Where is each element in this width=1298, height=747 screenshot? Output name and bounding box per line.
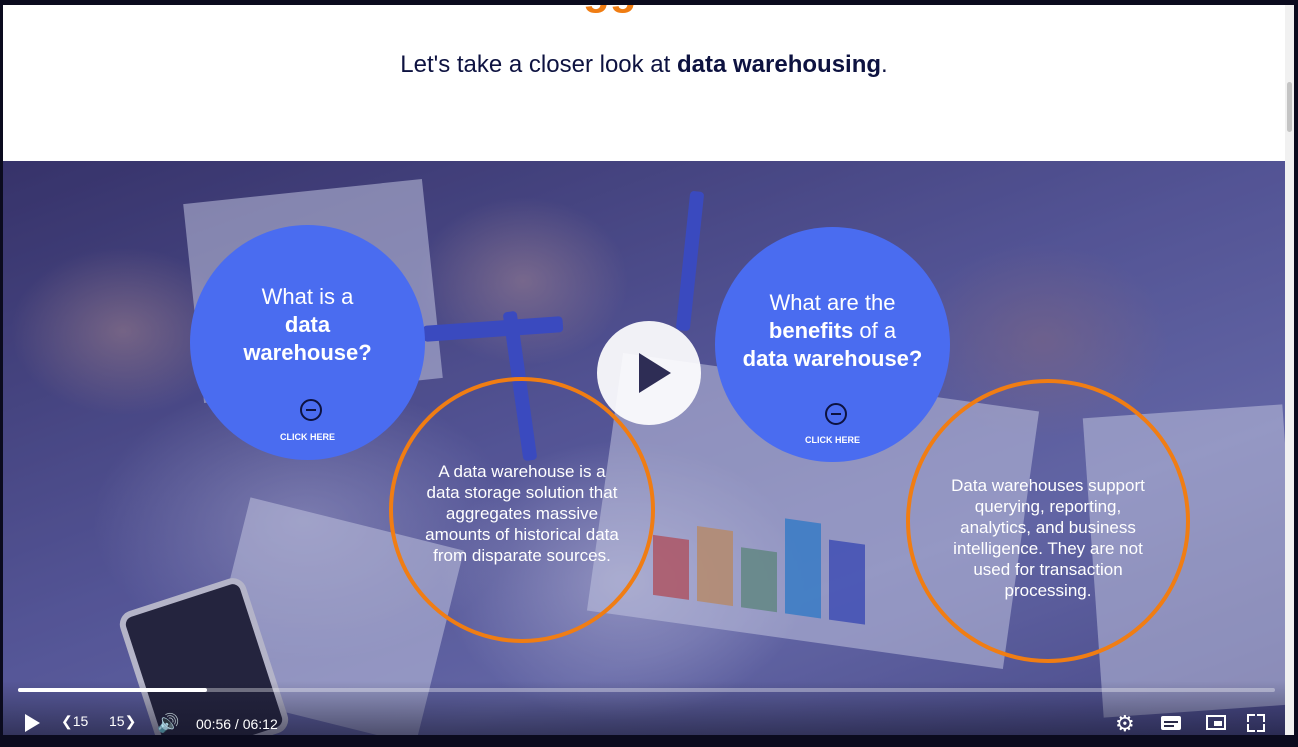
- question-line: What are the: [769, 290, 896, 315]
- subtitle-period: .: [881, 51, 888, 78]
- answer-text: Data warehouses support querying, report…: [951, 476, 1145, 600]
- answer-circle-benefits: Data warehouses support querying, report…: [906, 379, 1190, 663]
- volume-icon[interactable]: 🔊: [157, 713, 179, 734]
- question-text: What is a data warehouse?: [190, 283, 425, 367]
- chevron-left-icon: ❮: [61, 713, 73, 729]
- progress-fill: [18, 688, 207, 692]
- page-title: The Bigger Picture: [3, 5, 1285, 15]
- question-line-bold: data warehouse?: [742, 346, 923, 371]
- question-suffix: of a: [853, 318, 897, 343]
- lesson-page: The Bigger Picture Let's take a closer l…: [3, 5, 1285, 735]
- minus-circle-icon[interactable]: [825, 403, 847, 425]
- question-line-bold: data: [284, 312, 331, 337]
- forward-label: 15: [109, 713, 125, 729]
- pip-icon[interactable]: [1206, 715, 1226, 730]
- question-line-bold: warehouse?: [243, 340, 372, 365]
- play-icon[interactable]: [25, 714, 40, 732]
- answer-circle-definition: A data warehouse is a data storage solut…: [389, 377, 655, 643]
- question-line: What is a: [261, 284, 354, 309]
- scrollbar-thumb[interactable]: [1287, 82, 1292, 132]
- question-card-what-is[interactable]: What is a data warehouse? CLICK HERE: [190, 225, 425, 460]
- click-here-label[interactable]: CLICK HERE: [190, 432, 425, 442]
- video-controls: ❮15 15❯ 🔊 00:56 / 06:12 ⚙: [3, 681, 1285, 737]
- subtitle-text: Let's take a closer look at: [400, 51, 677, 78]
- subtitle-emphasis: data warehousing: [677, 51, 882, 78]
- progress-bar[interactable]: [18, 688, 1275, 692]
- fullscreen-icon[interactable]: [1247, 714, 1265, 732]
- question-text: What are the benefits of a data warehous…: [715, 289, 950, 373]
- rewind-label: 15: [72, 713, 89, 729]
- chevron-right-icon: ❯: [124, 713, 137, 729]
- question-card-benefits[interactable]: What are the benefits of a data warehous…: [715, 227, 950, 462]
- big-play-button[interactable]: [597, 321, 701, 425]
- answer-text: A data warehouse is a data storage solut…: [425, 462, 619, 565]
- gear-icon[interactable]: ⚙: [1115, 711, 1135, 737]
- click-here-label[interactable]: CLICK HERE: [715, 435, 950, 445]
- question-bold: benefits: [768, 318, 854, 343]
- time-display: 00:56 / 06:12: [196, 716, 278, 732]
- forward-15-button[interactable]: 15❯: [109, 713, 136, 730]
- minus-circle-icon[interactable]: [300, 399, 322, 421]
- rewind-15-button[interactable]: ❮15: [61, 713, 88, 730]
- page-subtitle: Let's take a closer look at data warehou…: [3, 51, 1285, 79]
- captions-icon[interactable]: [1161, 716, 1181, 730]
- question-line: benefits of a: [715, 317, 950, 345]
